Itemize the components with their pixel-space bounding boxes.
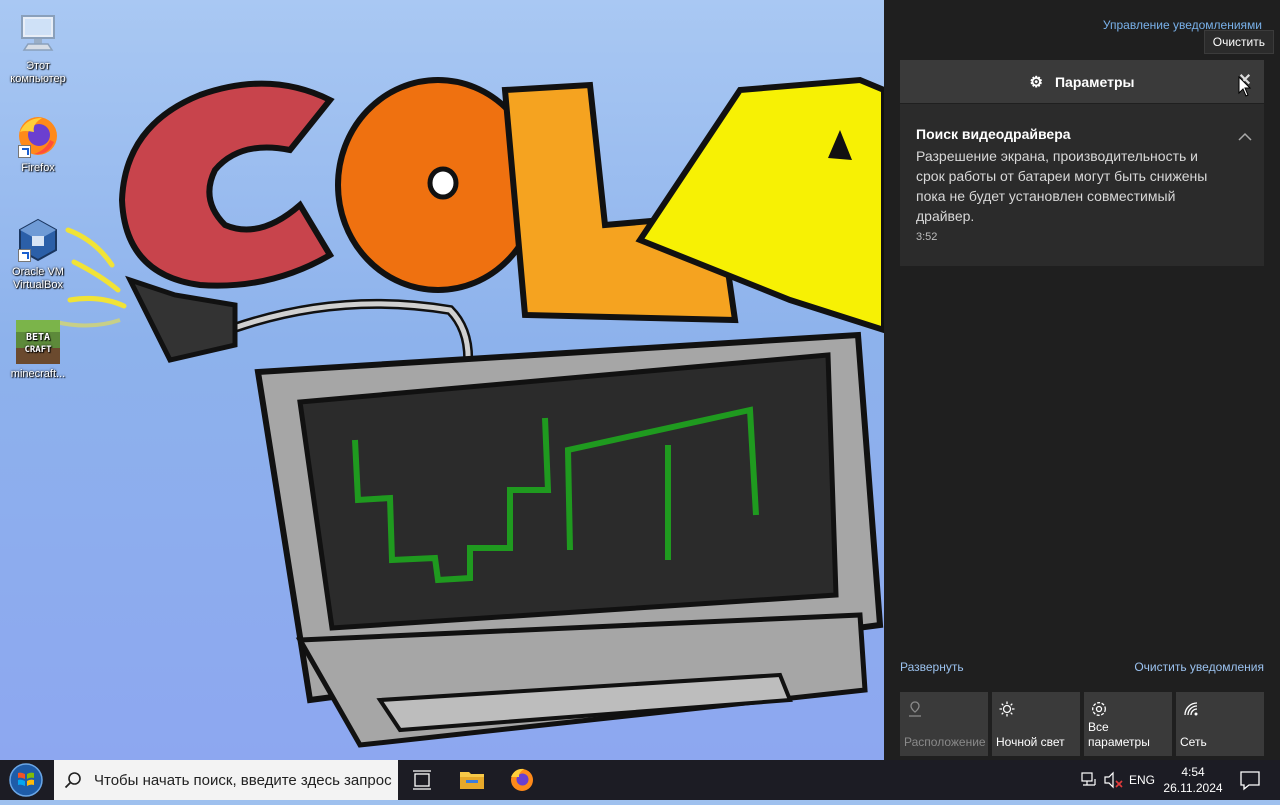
svg-text:BETA: BETA — [26, 332, 50, 343]
gear-icon: ⚙ — [1029, 73, 1043, 91]
tile-label: Все параметры — [1088, 720, 1150, 749]
file-explorer-button[interactable] — [448, 760, 496, 800]
language-indicator[interactable]: ENG — [1128, 760, 1156, 800]
desktop-icon-label: Oracle VM VirtualBox — [12, 266, 64, 291]
tile-network[interactable]: Сеть — [1176, 692, 1264, 756]
network-icon — [1184, 702, 1198, 716]
tile-label: Ночной свет — [996, 735, 1065, 749]
desktop-icon-label: minecraft... — [10, 368, 66, 380]
desktop-icon-minecraft[interactable]: BETA CRAFT minecraft... — [0, 318, 76, 381]
tile-all-settings[interactable]: Все параметры — [1084, 692, 1172, 756]
clock-time: 4:54 — [1181, 765, 1205, 779]
notification-group-header[interactable]: ⚙ Параметры ✕ — [900, 60, 1264, 103]
chevron-up-icon[interactable] — [1238, 132, 1252, 142]
network-tray-button[interactable] — [1078, 760, 1100, 800]
desktop[interactable]: Этот компьютер Firefox Oracle VM Virtual… — [0, 0, 884, 760]
notification-title: Поиск видеодрайвера — [916, 126, 1071, 142]
minecraft-icon: BETA CRAFT — [14, 318, 62, 366]
mouse-cursor-icon — [1238, 76, 1252, 97]
task-view-icon — [413, 770, 431, 790]
task-view-button[interactable] — [398, 760, 446, 800]
notification-icon — [1240, 771, 1260, 791]
shortcut-arrow-icon — [18, 249, 31, 262]
clear-tooltip: Очистить — [1203, 30, 1274, 54]
firefox-taskbar-button[interactable] — [498, 760, 546, 800]
action-center: Управление уведомлениями Очистить ⚙ Пара… — [884, 0, 1280, 760]
action-center-button[interactable] — [1230, 760, 1270, 800]
start-button[interactable] — [0, 760, 52, 800]
notification-time: 3:52 — [916, 231, 938, 243]
tile-location[interactable]: Расположение — [900, 692, 988, 756]
desktop-icon-firefox[interactable]: Firefox — [0, 112, 76, 175]
tile-label: Расположение — [904, 735, 986, 749]
network-wired-icon — [1081, 772, 1096, 786]
tile-label: Сеть — [1180, 735, 1207, 749]
notification-group-title: Параметры — [1054, 73, 1135, 90]
cola-wallpaper — [55, 76, 884, 748]
search-box[interactable]: Чтобы начать поиск, введите здесь запрос — [54, 760, 398, 800]
shortcut-arrow-icon — [18, 145, 31, 158]
location-icon — [909, 701, 921, 717]
clear-notifications-link[interactable]: Очистить уведомления — [1134, 660, 1264, 674]
expand-link[interactable]: Развернуть — [900, 660, 964, 674]
tile-night-light[interactable]: Ночной свет — [992, 692, 1080, 756]
folder-icon — [460, 772, 484, 789]
clock[interactable]: 4:54 26.11.2024 — [1158, 760, 1228, 800]
computer-icon — [14, 10, 62, 58]
windows-logo-icon — [9, 763, 43, 797]
clock-date: 26.11.2024 — [1163, 781, 1223, 795]
volume-muted-icon — [1104, 771, 1123, 789]
quick-actions: Расположение Ночной свет Все параметры С… — [900, 692, 1264, 756]
brightness-icon — [999, 701, 1015, 717]
search-icon — [64, 772, 81, 789]
volume-tray-button[interactable] — [1102, 760, 1126, 800]
desktop-icon-virtualbox[interactable]: Oracle VM VirtualBox — [0, 216, 76, 292]
firefox-icon — [511, 768, 533, 791]
search-placeholder: Чтобы начать поиск, введите здесь запрос — [94, 772, 392, 789]
virtualbox-icon — [14, 216, 62, 264]
gear-icon — [1092, 702, 1106, 716]
desktop-icon-label: Firefox — [21, 162, 55, 174]
firefox-icon — [14, 112, 62, 160]
notification-body: Разрешение экрана, производительность и … — [916, 148, 1208, 224]
taskbar: Чтобы начать поиск, введите здесь запрос — [0, 760, 1280, 800]
svg-text:CRAFT: CRAFT — [24, 345, 52, 355]
action-center-footer: Развернуть Очистить уведомления — [900, 660, 1264, 676]
notification-card[interactable]: Поиск видеодрайвера Разрешение экрана, п… — [900, 104, 1264, 266]
desktop-icon-this-pc[interactable]: Этот компьютер — [0, 10, 76, 86]
desktop-icon-label: Этот компьютер — [10, 60, 66, 85]
